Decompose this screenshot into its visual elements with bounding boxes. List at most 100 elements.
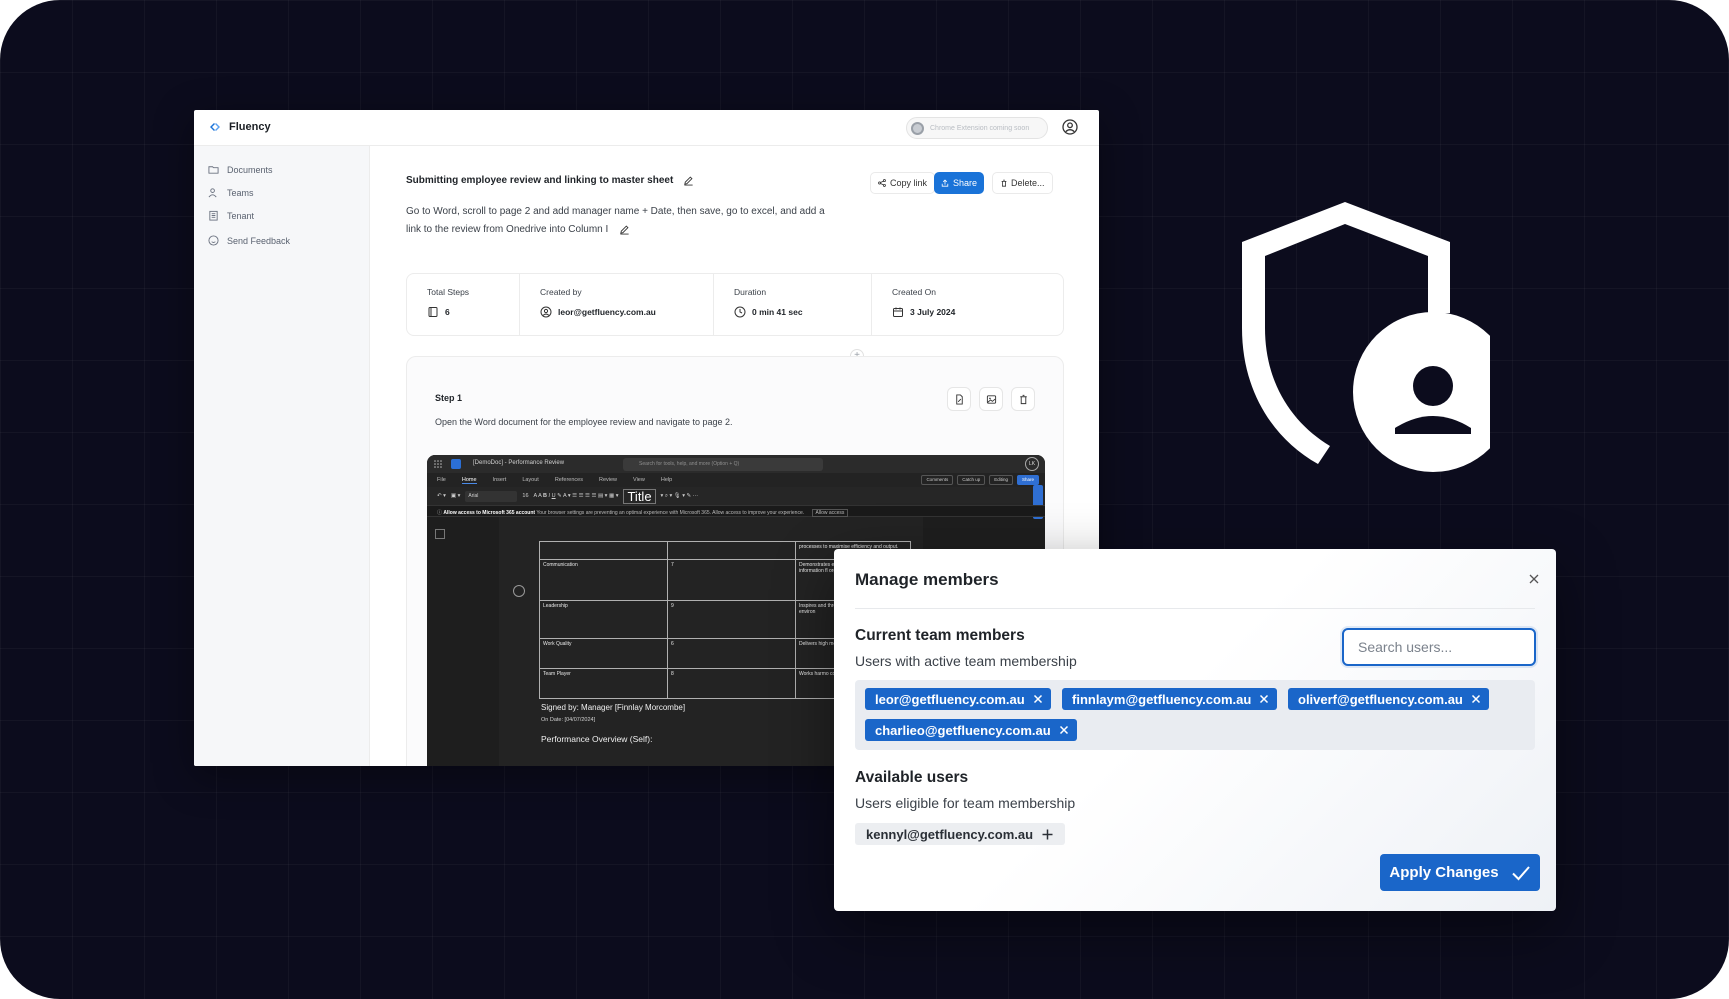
word-notice-text: Your browser settings are preventing an … [536, 510, 805, 516]
word-menu-item: References [554, 477, 583, 483]
folder-icon [208, 166, 219, 174]
stat-value-row: 0 min 41 sec [734, 306, 871, 318]
clipboard-icon: ▣ ▾ [450, 493, 461, 499]
delete-label: Delete... [1011, 178, 1045, 188]
word-table-cell [539, 541, 668, 560]
document-description-text: Go to Word, scroll to page 2 and add man… [406, 206, 825, 235]
word-style: Title [623, 488, 656, 504]
remove-member-icon[interactable] [1033, 694, 1043, 704]
word-menu-item: File [437, 477, 446, 483]
member-tag: finnlaym@getfluency.com.au [1062, 688, 1278, 710]
apply-changes-label: Apply Changes [1389, 864, 1499, 881]
member-tag: leor@getfluency.com.au [865, 688, 1051, 710]
checkmark-icon [1511, 865, 1530, 880]
word-notice: ⓘ Allow access to Microsoft 365 account … [427, 505, 1045, 517]
edit-description-icon[interactable] [619, 224, 630, 235]
word-table-cell: 7 [667, 559, 796, 601]
document-description: Go to Word, scroll to page 2 and add man… [406, 203, 836, 239]
apply-changes-button[interactable]: Apply Changes [1380, 854, 1540, 891]
sidebar-item-label: Documents [227, 164, 273, 175]
word-menu-item: Insert [492, 477, 507, 483]
share-button[interactable]: Share [934, 172, 984, 194]
stat-value: 0 min 41 sec [752, 307, 803, 317]
trash-icon [1019, 394, 1027, 404]
stat-value: 6 [445, 307, 450, 317]
word-title-bar: [DemoDoc] - Performance Review Search fo… [427, 455, 1045, 473]
app-launcher-icon [434, 460, 442, 468]
fluency-logo-icon [210, 123, 220, 131]
word-menu-item: Help [660, 477, 673, 483]
share-nodes-icon [878, 179, 886, 187]
available-user-email: kennyl@getfluency.com.au [866, 826, 1034, 842]
word-tools-glyphs: ▾ ⌕ ▾ 🎙 ▾ ✎ ⋯ [660, 492, 699, 499]
word-table-cell [667, 541, 796, 560]
word-table-cell: Work Quality [539, 638, 668, 669]
current-members-title: Current team members [855, 627, 1025, 644]
word-avatar: LK [1025, 457, 1039, 471]
remove-member-icon[interactable] [1059, 725, 1069, 735]
profile-icon[interactable] [1061, 118, 1079, 136]
close-icon[interactable] [1528, 573, 1540, 585]
sidebar-item-teams[interactable]: Teams [208, 187, 254, 198]
replace-image-button[interactable] [979, 387, 1003, 411]
word-ribbon: ↶ ▾ ▣ ▾ Arial 16 A A B I U ✎ A ▾ ☰ ☰ ☰ ☰… [427, 487, 1045, 505]
current-members-subtitle: Users with active team membership [855, 653, 1077, 669]
sidebar-item-label: Send Feedback [227, 235, 291, 246]
document-edit-icon [955, 393, 963, 405]
delete-button[interactable]: Delete... [992, 172, 1053, 194]
remove-member-icon[interactable] [1259, 694, 1269, 704]
clock-icon [734, 306, 746, 318]
sidebar-item-tenant[interactable]: Tenant [208, 210, 254, 221]
stat-value-row: 3 July 2024 [892, 306, 1063, 318]
step-actions [947, 387, 1035, 411]
word-chip: Editing [989, 475, 1013, 485]
app-header: Fluency Chrome Extension coming soon [194, 110, 1099, 146]
modal-divider [855, 608, 1535, 609]
word-doc-name: [DemoDoc] - Performance Review [473, 460, 565, 466]
word-table-cell: 6 [667, 638, 796, 669]
word-font: Arial [465, 490, 518, 502]
member-tag: charlieo@getfluency.com.au [865, 719, 1077, 741]
manage-members-modal: Manage members Current team members User… [834, 549, 1556, 911]
delete-step-button[interactable] [1011, 387, 1035, 411]
word-overview: Performance Overview (Self): [541, 734, 653, 744]
edit-title-icon[interactable] [683, 175, 694, 186]
edit-step-button[interactable] [947, 387, 971, 411]
word-notice-bold: Allow access to Microsoft 365 account [443, 510, 536, 516]
word-date: On Date: [04/07/2024] [541, 717, 596, 723]
brand[interactable]: Fluency [208, 120, 271, 134]
users-icon [208, 188, 217, 198]
stat-duration: Duration 0 min 41 sec [714, 274, 872, 335]
word-format-glyphs: A A B I U ✎ A ▾ ☰ ☰ ☰ ☰ ▤ ▾ ▦ ▾ [533, 493, 619, 499]
document-title-row: Submitting employee review and linking t… [406, 175, 694, 186]
document-title: Submitting employee review and linking t… [406, 175, 674, 186]
step-description: Open the Word document for the employee … [435, 417, 733, 427]
remove-member-icon[interactable] [1471, 694, 1481, 704]
document-stats: Total Steps 6 Created by leor@getfluency… [406, 273, 1064, 336]
calendar-icon [893, 307, 903, 317]
chrome-icon [911, 121, 924, 135]
stat-value: leor@getfluency.com.au [558, 307, 656, 317]
word-table-cell: Communication [539, 559, 668, 601]
word-menu-item: View [633, 477, 645, 483]
member-email: charlieo@getfluency.com.au [875, 722, 1051, 738]
copy-link-label: Copy link [890, 178, 928, 188]
undo-icon: ↶ ▾ [437, 493, 446, 499]
copy-link-button[interactable]: Copy link [870, 172, 936, 194]
search-users-input[interactable] [1342, 628, 1536, 666]
stat-value-row: 6 [427, 306, 519, 318]
word-table-cell: 8 [667, 668, 796, 699]
sidebar-item-documents[interactable]: Documents [208, 164, 273, 175]
word-font-size: 16 [522, 493, 529, 499]
sidebar: Documents Teams Tenant Send Feedback [194, 146, 370, 766]
add-user-icon[interactable] [1042, 829, 1053, 840]
word-signed: Signed by: Manager [Finnlay Morcombe] [541, 703, 686, 712]
available-user-tag[interactable]: kennyl@getfluency.com.au [855, 823, 1066, 845]
stat-label: Duration [734, 287, 767, 297]
word-allow-button: Allow access [811, 509, 849, 517]
stat-label: Created On [892, 287, 936, 297]
sidebar-item-send-feedback[interactable]: Send Feedback [208, 235, 290, 246]
word-table-cell: 9 [667, 600, 796, 639]
word-chip: Comments [921, 475, 954, 485]
word-table-cell: Team Player [539, 668, 668, 699]
